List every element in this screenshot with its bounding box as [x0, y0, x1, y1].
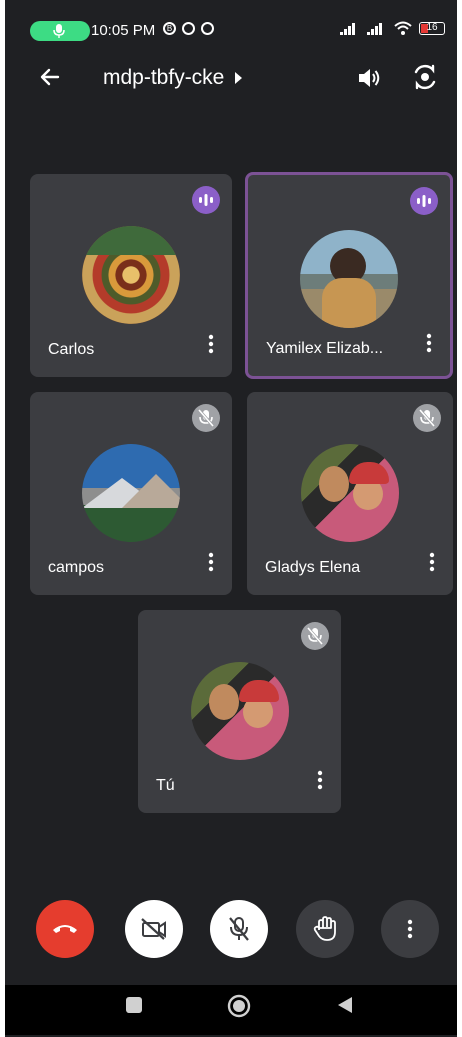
speaker-icon[interactable]	[356, 65, 382, 96]
battery-icon: 16	[419, 21, 445, 35]
speaking-indicator-icon	[192, 186, 220, 214]
avatar	[191, 662, 289, 760]
status-bar: 10:05 PM B 16	[5, 0, 457, 42]
more-vertical-icon[interactable]	[426, 333, 432, 358]
raise-hand-button[interactable]	[296, 900, 354, 958]
avatar	[82, 444, 180, 542]
mic-off-button[interactable]	[210, 900, 268, 958]
more-vertical-icon[interactable]	[208, 334, 214, 359]
clock: 10:05 PM	[91, 22, 156, 39]
more-vertical-icon	[407, 919, 413, 939]
meeting-title[interactable]: mdp-tbfy-cke	[103, 66, 244, 90]
chrome-icon	[201, 22, 214, 35]
signal-icon	[367, 22, 382, 35]
system-nav-bar	[5, 985, 457, 1035]
meeting-header: mdp-tbfy-cke	[5, 55, 457, 103]
mic-icon	[53, 24, 65, 38]
chrome-icon	[182, 22, 195, 35]
avatar	[301, 444, 399, 542]
participant-name: Yamilex Elizab...	[266, 340, 384, 357]
participant-tile-campos[interactable]: campos	[30, 392, 232, 595]
call-controls	[5, 900, 457, 960]
switch-camera-icon[interactable]	[411, 63, 439, 96]
b-icon: B	[163, 22, 176, 35]
speaking-indicator-icon	[410, 187, 438, 215]
video-off-icon	[141, 918, 166, 940]
avatar	[300, 230, 398, 328]
mic-off-icon	[229, 917, 249, 941]
back-button[interactable]	[337, 996, 353, 1019]
recent-apps-button[interactable]	[125, 996, 143, 1019]
mic-active-indicator[interactable]	[30, 21, 90, 41]
participant-name: Gladys Elena	[265, 559, 361, 576]
avatar	[82, 226, 180, 324]
participant-name: Tú	[156, 777, 175, 794]
mic-off-icon	[301, 622, 329, 650]
more-vertical-icon[interactable]	[208, 552, 214, 577]
participant-tile-self[interactable]: Tú	[138, 610, 341, 813]
more-vertical-icon[interactable]	[317, 770, 323, 795]
camera-off-button[interactable]	[125, 900, 183, 958]
participant-tile-gladys[interactable]: Gladys Elena	[247, 392, 453, 595]
hand-icon	[313, 916, 336, 941]
mic-off-icon	[192, 404, 220, 432]
participant-name: Carlos	[48, 341, 95, 358]
phone-hangup-icon	[53, 925, 77, 933]
more-vertical-icon[interactable]	[429, 552, 435, 577]
meeting-code: mdp-tbfy-cke	[103, 66, 225, 89]
back-arrow-icon[interactable]	[38, 65, 62, 94]
end-call-button[interactable]	[36, 900, 94, 958]
participant-tile-carlos[interactable]: Carlos	[30, 174, 232, 377]
app-frame: 10:05 PM B 16 mdp-tbfy-cke Carlos Yamile…	[5, 0, 457, 1037]
chevron-right-icon	[235, 72, 243, 84]
more-options-button[interactable]	[381, 900, 439, 958]
participant-tile-yamilex[interactable]: Yamilex Elizab...	[245, 172, 453, 379]
signal-icon	[340, 22, 355, 35]
mic-off-icon	[413, 404, 441, 432]
wifi-icon	[394, 21, 412, 35]
home-button[interactable]	[227, 994, 251, 1023]
participant-name: campos	[48, 559, 105, 576]
